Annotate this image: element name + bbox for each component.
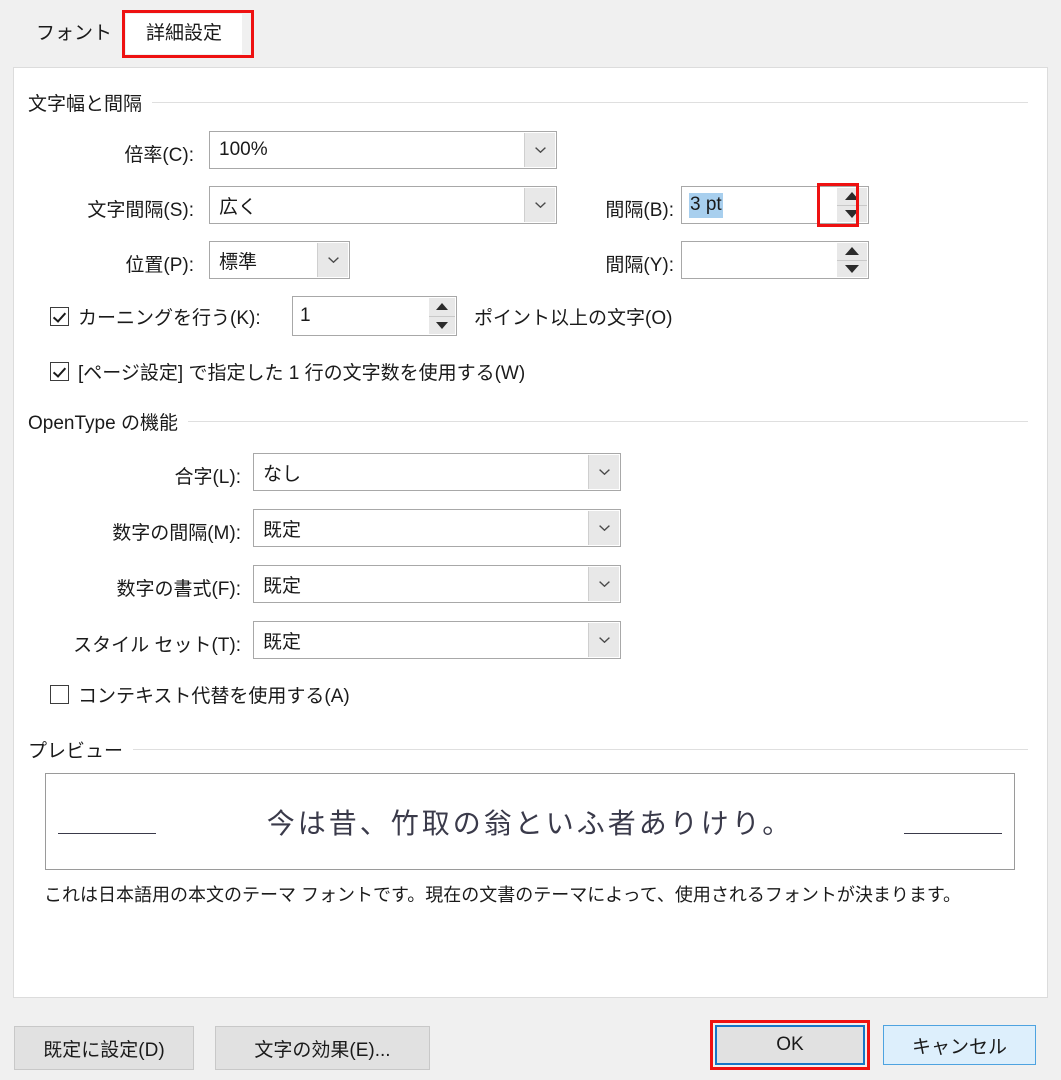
- position-by-spinner[interactable]: [681, 241, 869, 279]
- use-grid-checkbox-row[interactable]: [ページ設定] で指定した 1 行の文字数を使用する(W): [50, 358, 525, 385]
- group-header-preview: プレビュー: [28, 736, 1028, 763]
- number-forms-combobox-value: 既定: [263, 575, 302, 597]
- stylistic-sets-combobox-value: 既定: [263, 631, 302, 653]
- tab-advanced-label: 詳細設定: [146, 23, 223, 44]
- chevron-down-glyph: [534, 202, 546, 208]
- chevron-down-icon[interactable]: [588, 567, 619, 601]
- spinner-up-icon[interactable]: [429, 298, 455, 317]
- chevron-down-icon[interactable]: [524, 133, 555, 167]
- scale-label: 倍率(C):: [124, 145, 194, 166]
- use-grid-checkbox[interactable]: [50, 362, 69, 381]
- use-grid-checkbox-label: [ページ設定] で指定した 1 行の文字数を使用する(W): [78, 363, 526, 384]
- number-spacing-combobox[interactable]: 既定: [253, 509, 621, 547]
- spinner-up-icon[interactable]: [837, 243, 867, 261]
- ok-button-label: OK: [776, 1034, 804, 1055]
- stylistic-sets-combobox[interactable]: 既定: [253, 621, 621, 659]
- kerning-size-spinner[interactable]: 1: [292, 296, 457, 336]
- spinner-down-icon[interactable]: [837, 206, 867, 223]
- number-spacing-combobox-value: 既定: [263, 519, 302, 541]
- spacing-by-spinner[interactable]: 3 pt: [681, 186, 869, 224]
- group-header-rule: [152, 102, 1028, 103]
- kerning-checkbox[interactable]: [50, 307, 69, 326]
- group-header-preview-label: プレビュー: [28, 741, 124, 762]
- number-forms-combobox[interactable]: 既定: [253, 565, 621, 603]
- group-header-rule: [187, 421, 1028, 422]
- chevron-down-glyph: [534, 147, 546, 153]
- dialog-content-panel: 文字幅と間隔 倍率(C): 100% 文字間隔(S): 広く 間隔(B): 3 …: [13, 67, 1048, 998]
- set-default-button-label: 既定に設定(D): [43, 1039, 165, 1061]
- chevron-down-icon[interactable]: [524, 188, 555, 222]
- chevron-down-glyph: [598, 637, 610, 643]
- spacing-by-spin-buttons[interactable]: [837, 188, 867, 222]
- chevron-down-glyph: [598, 581, 610, 587]
- kerning-size-value-field[interactable]: 1: [293, 297, 428, 335]
- position-label: 位置(P):: [125, 255, 194, 276]
- group-header-opentype-label: OpenType の機能: [28, 413, 178, 434]
- tab-font-label: フォント: [36, 23, 113, 44]
- tab-font[interactable]: フォント: [22, 14, 126, 54]
- position-by-label: 間隔(Y):: [605, 255, 674, 276]
- chevron-down-icon[interactable]: [588, 623, 619, 657]
- ligatures-combobox[interactable]: なし: [253, 453, 621, 491]
- spinner-up-icon[interactable]: [837, 188, 867, 206]
- kerning-suffix-label: ポイント以上の文字(O): [474, 308, 673, 329]
- chevron-down-glyph: [327, 257, 339, 263]
- chevron-down-glyph: [598, 525, 610, 531]
- spacing-by-value-field[interactable]: 3 pt: [682, 187, 836, 223]
- set-default-button[interactable]: 既定に設定(D): [14, 1026, 194, 1070]
- tab-strip: フォント 詳細設定: [0, 0, 1061, 68]
- spacing-combobox[interactable]: 広く: [209, 186, 557, 224]
- stylistic-sets-label: スタイル セット(T):: [73, 635, 241, 656]
- chevron-down-icon[interactable]: [588, 455, 619, 489]
- preview-box: 今は昔、竹取の翁といふ者ありけり。: [45, 773, 1015, 870]
- spinner-down-icon[interactable]: [429, 317, 455, 335]
- group-header-rule: [133, 749, 1028, 750]
- preview-sample-text: 今は昔、竹取の翁といふ者ありけり。: [266, 809, 794, 840]
- number-spacing-label: 数字の間隔(M):: [112, 523, 241, 544]
- text-effects-button[interactable]: 文字の効果(E)...: [215, 1026, 430, 1070]
- preview-note: これは日本語用の本文のテーマ フォントです。現在の文書のテーマによって、使用され…: [44, 885, 962, 905]
- spacing-by-label: 間隔(B):: [605, 200, 674, 221]
- kerning-spin-buttons[interactable]: [429, 298, 455, 334]
- spacing-combobox-value: 広く: [219, 196, 258, 218]
- ligatures-label: 合字(L):: [174, 467, 241, 488]
- position-by-value-field[interactable]: [682, 242, 836, 278]
- ok-button[interactable]: OK: [715, 1025, 865, 1065]
- kerning-checkbox-label: カーニングを行う(K):: [78, 308, 261, 329]
- group-header-character-spacing-label: 文字幅と間隔: [28, 94, 143, 115]
- number-forms-label: 数字の書式(F):: [116, 579, 241, 600]
- spacing-by-value-selected-text: 3 pt: [689, 192, 723, 218]
- cancel-button[interactable]: キャンセル: [883, 1025, 1036, 1065]
- preview-rule-right: [904, 833, 1002, 834]
- kerning-checkbox-row[interactable]: カーニングを行う(K):: [50, 303, 261, 330]
- spinner-down-icon[interactable]: [837, 261, 867, 278]
- position-by-spin-buttons[interactable]: [837, 243, 867, 277]
- tab-advanced[interactable]: 詳細設定: [126, 14, 243, 54]
- preview-rule-left: [58, 833, 156, 834]
- chevron-down-icon[interactable]: [588, 511, 619, 545]
- chevron-down-glyph: [598, 469, 610, 475]
- position-combobox[interactable]: 標準: [209, 241, 350, 279]
- chevron-down-icon[interactable]: [317, 243, 348, 277]
- text-effects-button-label: 文字の効果(E)...: [254, 1039, 391, 1061]
- spacing-label: 文字間隔(S):: [87, 200, 194, 221]
- group-header-opentype: OpenType の機能: [28, 408, 1028, 435]
- contextual-alternates-checkbox[interactable]: [50, 685, 69, 704]
- contextual-alternates-checkbox-row[interactable]: コンテキスト代替を使用する(A): [50, 681, 350, 708]
- position-combobox-value: 標準: [219, 251, 258, 273]
- cancel-button-label: キャンセル: [911, 1036, 1007, 1058]
- contextual-alternates-checkbox-label: コンテキスト代替を使用する(A): [78, 686, 350, 707]
- ligatures-combobox-value: なし: [263, 463, 302, 485]
- scale-combobox[interactable]: 100%: [209, 131, 557, 169]
- scale-combobox-value: 100%: [219, 139, 268, 160]
- group-header-character-spacing: 文字幅と間隔: [28, 89, 1028, 116]
